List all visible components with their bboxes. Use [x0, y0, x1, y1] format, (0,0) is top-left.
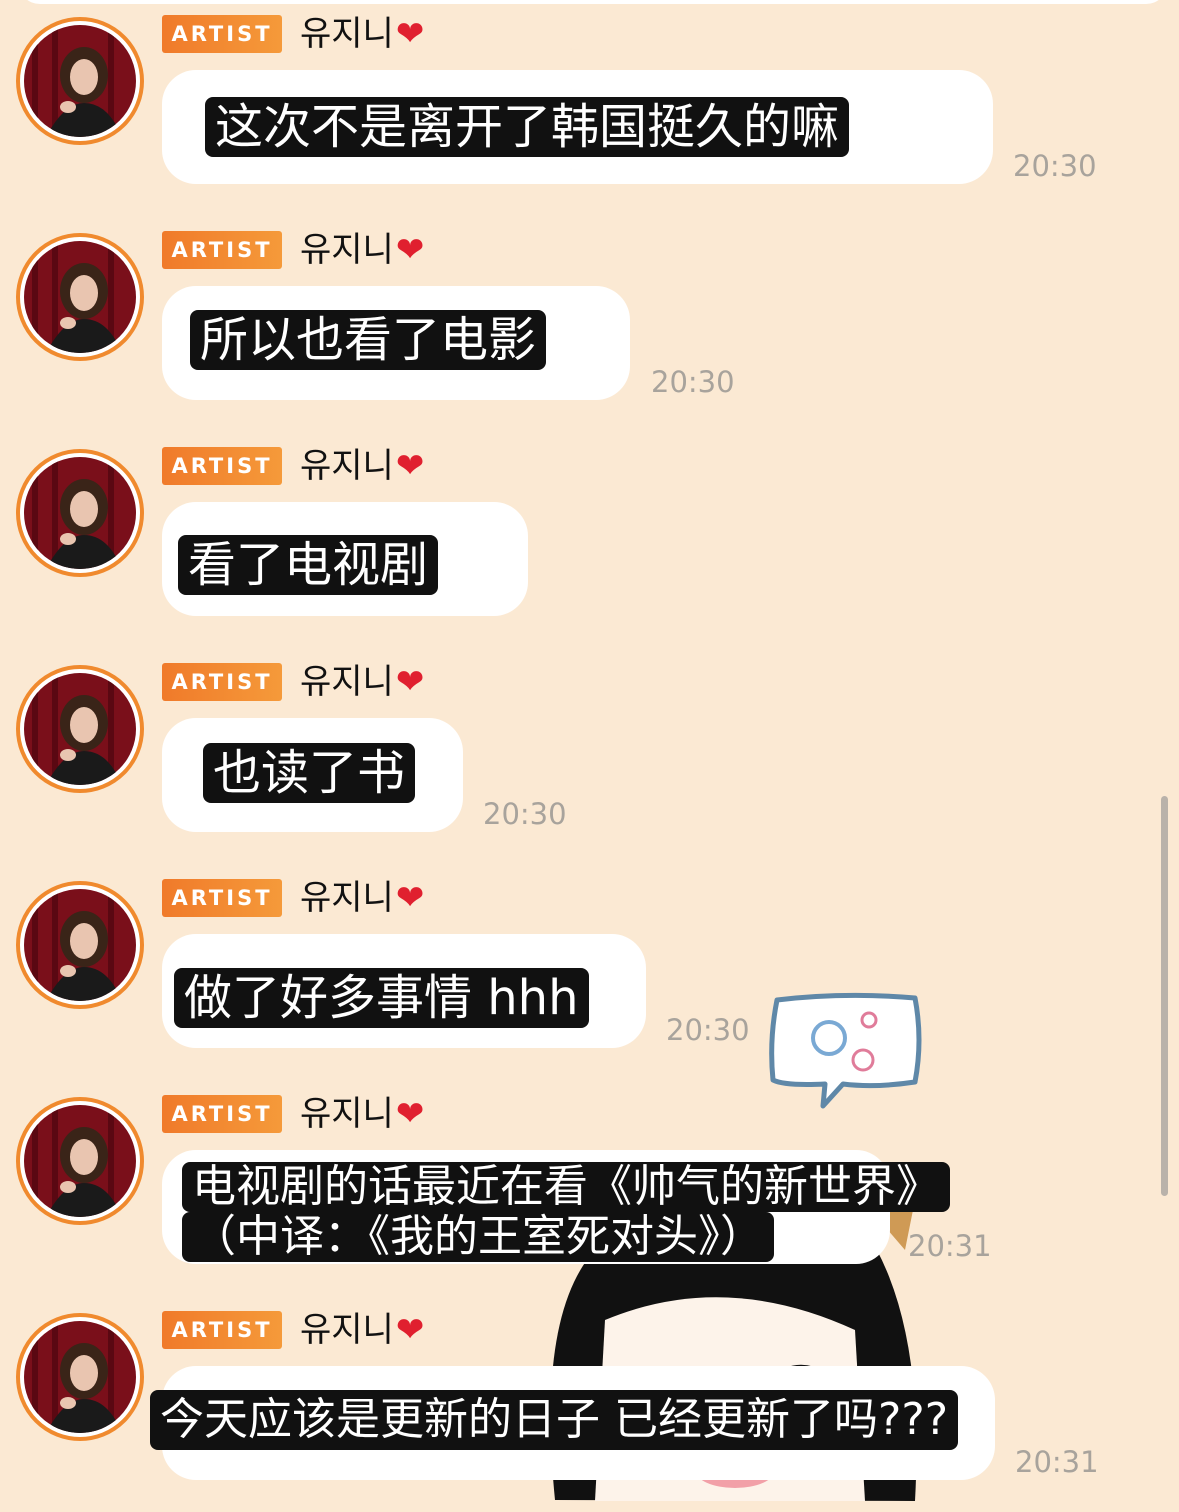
sender-name: 유지니❤ — [300, 1306, 424, 1354]
sender-name-text: 유지니 — [300, 14, 394, 54]
sender-name-text: 유지니 — [300, 662, 394, 702]
sender-name-text: 유지니 — [300, 230, 394, 270]
message-bubble[interactable]: 这次不是离开了韩国挺久的嘛 — [162, 70, 993, 184]
artist-badge: ARTIST — [162, 1095, 282, 1133]
message-time: 20:30 — [1013, 149, 1097, 183]
chat-message: ARTIST 유지니❤ 也读了书 20:30 — [0, 648, 1179, 864]
artist-badge: ARTIST — [162, 879, 282, 917]
message-bubble[interactable]: 做了好多事情 hhh — [162, 934, 646, 1048]
message-time: 20:30 — [483, 797, 567, 831]
message-bubble[interactable]: 所以也看了电影 — [162, 286, 630, 400]
message-time: 20:31 — [908, 1229, 992, 1263]
chat-message: ARTIST 유지니❤ 今天应该是更新的日子 已经更新了吗??? 20:31 — [0, 1296, 1179, 1512]
avatar-image — [24, 1321, 136, 1433]
chat-message: ARTIST 유지니❤ 看了电视剧 — [0, 432, 1179, 648]
heart-icon: ❤ — [395, 1310, 425, 1350]
message-bubble[interactable]: 今天应该是更新的日子 已经更新了吗??? — [150, 1366, 995, 1480]
message-time: 20:30 — [666, 1013, 750, 1047]
message-text: 今天应该是更新的日子 已经更新了吗??? — [150, 1390, 959, 1450]
avatar-image — [24, 25, 136, 137]
avatar-image — [24, 889, 136, 1001]
avatar[interactable] — [16, 449, 144, 577]
avatar[interactable] — [16, 1097, 144, 1225]
message-time: 20:31 — [1015, 1445, 1099, 1479]
message-text: 也读了书 — [203, 743, 416, 803]
chat-area[interactable]: ARTIST 유지니❤ 这次不是离开了韩国挺久的嘛 20:30 ARTIST 유… — [0, 0, 1179, 1501]
avatar-image — [24, 457, 136, 569]
heart-icon: ❤ — [395, 1094, 425, 1134]
avatar-image — [24, 1105, 136, 1217]
sender-name: 유지니❤ — [300, 442, 424, 490]
sender-name-text: 유지니 — [300, 1094, 394, 1134]
sender-name: 유지니❤ — [300, 1090, 424, 1138]
message-time: 20:30 — [651, 365, 735, 399]
heart-icon: ❤ — [395, 14, 425, 54]
message-bubble[interactable]: 电视剧的话最近在看《帅气的新世界》 （中译：《我的王室死对头》） — [162, 1150, 950, 1264]
heart-icon: ❤ — [395, 230, 425, 270]
artist-badge: ARTIST — [162, 231, 282, 269]
chat-message: ARTIST 유지니❤ 做了好多事情 hhh 20:30 — [0, 864, 1179, 1080]
artist-badge: ARTIST — [162, 15, 282, 53]
message-bubble[interactable]: 也读了书 — [162, 718, 463, 832]
message-text: 看了电视剧 — [178, 535, 439, 595]
artist-badge: ARTIST — [162, 1311, 282, 1349]
message-text-line2: （中译：《我的王室死对头》） — [182, 1212, 774, 1262]
heart-icon: ❤ — [395, 446, 425, 486]
sender-name: 유지니❤ — [300, 874, 424, 922]
message-text-line1: 电视剧的话最近在看《帅气的新世界》 — [182, 1162, 950, 1212]
artist-badge: ARTIST — [162, 663, 282, 701]
heart-icon: ❤ — [395, 662, 425, 702]
chat-message: ARTIST 유지니❤ 这次不是离开了韩国挺久的嘛 20:30 — [0, 0, 1179, 216]
avatar[interactable] — [16, 1313, 144, 1441]
message-text: 做了好多事情 hhh — [174, 968, 589, 1028]
artist-badge: ARTIST — [162, 447, 282, 485]
message-text: 这次不是离开了韩国挺久的嘛 — [205, 97, 850, 157]
avatar-image — [24, 241, 136, 353]
message-text: 所以也看了电影 — [190, 310, 547, 370]
chat-message: ARTIST 유지니❤ 所以也看了电影 20:30 — [0, 216, 1179, 432]
sender-name-text: 유지니 — [300, 1310, 394, 1350]
message-bubble[interactable]: 看了电视剧 — [162, 502, 528, 616]
avatar[interactable] — [16, 233, 144, 361]
sender-name: 유지니❤ — [300, 658, 424, 706]
avatar[interactable] — [16, 665, 144, 793]
avatar[interactable] — [16, 881, 144, 1009]
chat-message: ARTIST 유지니❤ 电视剧的话最近在看《帅气的新世界》 （中译：《我的王室死… — [0, 1080, 1179, 1296]
sender-name: 유지니❤ — [300, 226, 424, 274]
sender-name-text: 유지니 — [300, 446, 394, 486]
avatar[interactable] — [16, 17, 144, 145]
scrollbar[interactable] — [1161, 796, 1168, 1196]
sender-name: 유지니❤ — [300, 10, 424, 58]
avatar-image — [24, 673, 136, 785]
sender-name-text: 유지니 — [300, 878, 394, 918]
heart-icon: ❤ — [395, 878, 425, 918]
